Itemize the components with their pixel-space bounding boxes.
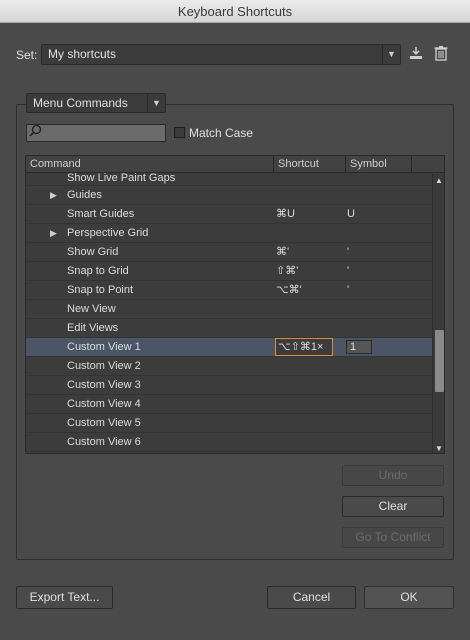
expand-triangle-icon[interactable]: ▶ (50, 224, 57, 242)
command-label: Custom View 4 (67, 398, 141, 410)
scroll-up-arrow-icon[interactable]: ▲ (435, 176, 443, 185)
shortcut-value: ⌥⌘' (276, 284, 302, 296)
scroll-down-arrow-icon[interactable]: ▼ (435, 444, 443, 453)
table-row[interactable]: Show Grid ⌘' ' (26, 243, 432, 262)
shortcut-value: ⇧⌘' (276, 265, 299, 277)
chevron-down-icon: ▼ (382, 45, 400, 64)
undo-button[interactable]: Undo (342, 465, 444, 486)
expand-triangle-icon[interactable]: ▶ (50, 186, 57, 204)
shortcut-value: ⌘U (276, 208, 295, 220)
table-row[interactable]: Custom View 6 (26, 433, 432, 452)
command-label: Show Live Paint Gaps (67, 172, 176, 184)
table-row-selected[interactable]: Custom View 1 ⌥⇧⌘1× 1 (26, 338, 432, 357)
table-row[interactable]: Custom View 4 (26, 395, 432, 414)
table-row[interactable]: Custom View 3 (26, 376, 432, 395)
set-label: Set: (16, 48, 38, 62)
table-row[interactable]: Show Live Paint Gaps (26, 172, 432, 186)
table-row[interactable]: Custom View 2 (26, 357, 432, 376)
command-label: Snap to Point (67, 284, 134, 296)
trash-icon[interactable] (431, 45, 451, 65)
command-label: Snap to Grid (67, 265, 129, 277)
command-label: Perspective Grid (67, 227, 149, 239)
table-rows: Show Live Paint Gaps ▶ Guides Smart Guid… (26, 172, 432, 452)
shortcut-input[interactable]: ⌥⇧⌘1× (275, 338, 333, 356)
shortcut-value: ⌘' (276, 246, 290, 258)
table-row[interactable]: Custom View 5 (26, 414, 432, 433)
command-label: Edit Views (67, 322, 119, 334)
command-label: Show Grid (67, 246, 119, 258)
window-title: Keyboard Shortcuts (0, 0, 470, 23)
match-case-checkbox[interactable] (174, 127, 185, 138)
table-row[interactable]: ▶ Guides (26, 186, 432, 205)
column-command[interactable]: Command (26, 156, 274, 173)
symbol-value: ' (347, 284, 350, 296)
category-dropdown[interactable]: Menu Commands ▼ (26, 93, 166, 113)
search-input[interactable] (26, 124, 166, 142)
command-label: Custom View 2 (67, 360, 141, 372)
table-row[interactable]: Snap to Point ⌥⌘' ' (26, 281, 432, 300)
symbol-value: ' (347, 246, 350, 258)
table-header: Command Shortcut Symbol (26, 156, 444, 173)
command-label: Custom View 1 (67, 341, 141, 353)
go-to-conflict-button[interactable]: Go To Conflict (342, 527, 444, 548)
command-label: Guides (67, 189, 102, 201)
chevron-down-icon: ▼ (147, 94, 165, 112)
save-set-icon[interactable] (406, 45, 426, 65)
shortcuts-table: Command Shortcut Symbol Show Live Paint … (25, 155, 445, 454)
table-scrollbar[interactable]: ▲ ▼ (432, 174, 444, 453)
category-value: Menu Commands (33, 96, 128, 110)
command-label: New View (67, 303, 116, 315)
column-shortcut[interactable]: Shortcut (274, 156, 346, 173)
cancel-button[interactable]: Cancel (267, 586, 356, 609)
set-select[interactable]: My shortcuts ▼ (41, 44, 401, 65)
command-label: Custom View 6 (67, 436, 141, 448)
match-case-label: Match Case (189, 126, 254, 140)
table-row[interactable]: Edit Views (26, 319, 432, 338)
ok-button[interactable]: OK (364, 586, 454, 609)
table-row[interactable]: Snap to Grid ⇧⌘' ' (26, 262, 432, 281)
set-select-value: My shortcuts (48, 47, 117, 61)
symbol-input[interactable]: 1 (346, 340, 372, 354)
table-row[interactable]: Smart Guides ⌘U U (26, 205, 432, 224)
scrollbar-thumb[interactable] (435, 330, 444, 392)
table-row[interactable]: New View (26, 300, 432, 319)
search-icon (29, 124, 42, 140)
symbol-value: ' (347, 265, 350, 277)
column-symbol[interactable]: Symbol (346, 156, 412, 173)
clear-button[interactable]: Clear (342, 496, 444, 517)
command-label: Custom View 5 (67, 417, 141, 429)
table-row[interactable]: ▶ Perspective Grid (26, 224, 432, 243)
export-text-button[interactable]: Export Text... (16, 586, 113, 609)
command-label: Smart Guides (67, 208, 135, 220)
symbol-value: U (347, 208, 355, 220)
command-label: Custom View 3 (67, 379, 141, 391)
